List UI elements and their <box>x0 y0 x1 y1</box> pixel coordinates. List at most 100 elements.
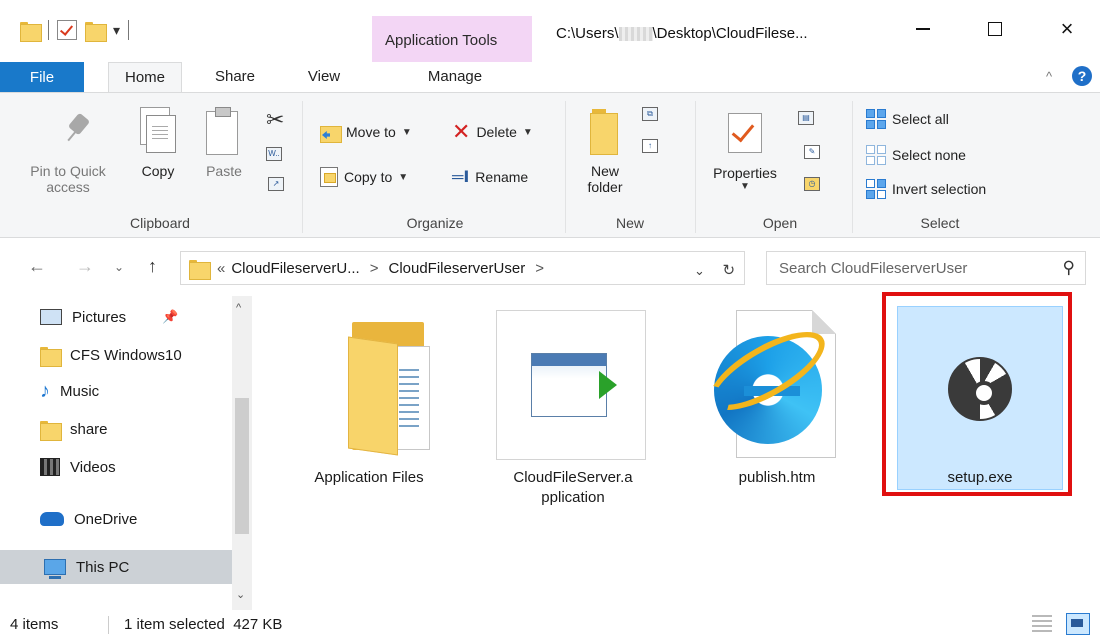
help-icon[interactable]: ? <box>1072 66 1092 86</box>
nav-item-music[interactable]: ♪ Music <box>40 376 99 406</box>
selection-info: 1 item selected 427 KB <box>124 616 283 633</box>
file-name: Application Files <box>314 469 424 486</box>
collapse-ribbon-icon[interactable]: ^ <box>1046 69 1052 84</box>
chevron-down-icon: ▼ <box>398 171 409 183</box>
select-none-label: Select none <box>892 147 966 163</box>
search-box[interactable]: Search CloudFileserverUser ⚲ <box>766 251 1086 285</box>
tab-manage[interactable]: Manage <box>400 62 510 92</box>
back-button[interactable]: ← <box>28 256 46 277</box>
breadcrumb-item[interactable]: CloudFileserverU... <box>231 260 359 277</box>
folder-icon[interactable] <box>20 20 42 42</box>
minimize-button[interactable] <box>900 12 946 46</box>
refresh-icon[interactable]: ↻ <box>723 262 736 279</box>
forward-button[interactable]: → <box>76 256 94 277</box>
select-all-label: Select all <box>892 111 949 127</box>
folder-icon <box>40 419 62 441</box>
folder-icon <box>348 322 434 456</box>
nav-item-cfs-windows10[interactable]: CFS Windows10 <box>40 340 182 370</box>
file-list: Application Files CloudFileServer.a ppli… <box>252 292 1100 610</box>
group-separator <box>565 101 566 233</box>
minimize-icon <box>916 28 930 30</box>
contextual-tab-label: Application Tools <box>385 32 498 49</box>
nav-item-share[interactable]: share <box>40 414 108 444</box>
breadcrumb-overflow[interactable]: « <box>217 260 225 277</box>
details-view-icon[interactable] <box>1032 615 1052 633</box>
application-manifest-icon <box>496 310 646 460</box>
breadcrumb-item-current[interactable]: CloudFileserverUser <box>388 260 525 277</box>
open-icon[interactable]: ▤ <box>798 111 814 125</box>
nav-item-videos[interactable]: Videos <box>40 452 116 482</box>
delete-icon: ✕ <box>452 119 471 144</box>
delete-button[interactable]: ✕ Delete ▼ <box>452 121 533 143</box>
pin-label-line1: Pin to Quick <box>30 163 106 179</box>
copy-path-icon[interactable]: W.. <box>266 147 282 161</box>
group-separator <box>695 101 696 233</box>
tab-file[interactable]: File <box>0 62 84 92</box>
tab-home[interactable]: Home <box>108 62 182 93</box>
customize-qat-dropdown-icon[interactable]: ▾ <box>113 22 120 39</box>
clipboard-group-label: Clipboard <box>130 215 190 231</box>
internet-explorer-icon <box>698 310 840 460</box>
contextual-tab-header: Application Tools <box>372 16 532 62</box>
pin-icon[interactable]: 📌 <box>162 309 178 325</box>
nav-item-pictures[interactable]: Pictures 📌 <box>40 302 178 332</box>
title-bar: ▾ Application Tools C:\Users\ \Desktop\Cl… <box>0 0 1100 62</box>
select-group-label: Select <box>920 215 960 231</box>
folder-icon <box>40 345 62 367</box>
edit-icon[interactable]: ✎ <box>804 145 820 159</box>
nav-item-label: CFS Windows10 <box>70 346 182 364</box>
tab-view[interactable]: View <box>294 62 354 92</box>
title-path-suffix: \Desktop\CloudFilese... <box>652 25 808 42</box>
search-icon[interactable]: ⚲ <box>1063 258 1075 278</box>
select-all-button[interactable]: Select all <box>866 109 949 129</box>
cut-icon[interactable]: ✂ <box>266 107 284 133</box>
breadcrumb-separator-icon[interactable]: > <box>535 260 544 277</box>
recent-locations-dropdown[interactable]: ⌄ <box>114 260 124 274</box>
nav-item-this-pc[interactable]: This PC <box>0 550 232 584</box>
new-folder-icon[interactable] <box>85 20 107 42</box>
paste-button[interactable]: Paste <box>196 163 252 179</box>
pin-to-quick-access-button[interactable]: Pin to Quick access <box>10 163 126 195</box>
address-bar[interactable]: « CloudFileserverU... > CloudFileserverU… <box>180 251 745 285</box>
new-folder-button[interactable]: New folder <box>574 163 636 195</box>
scroll-up-icon[interactable]: ^ <box>236 302 241 314</box>
easy-access-icon[interactable]: ↑ <box>642 139 658 153</box>
rename-icon: ═Ⅰ <box>452 169 470 186</box>
file-item-application-files[interactable]: Application Files <box>284 296 454 496</box>
move-to-button[interactable]: Move to ▼ <box>320 123 412 143</box>
new-item-icon[interactable]: ⧉ <box>642 107 658 121</box>
large-icons-view-icon[interactable] <box>1066 613 1090 635</box>
quick-access-toolbar: ▾ <box>20 20 130 42</box>
properties-button[interactable]: Properties ▼ <box>702 165 788 193</box>
paste-shortcut-icon[interactable]: ↗ <box>268 177 284 191</box>
select-none-button[interactable]: Select none <box>866 145 966 165</box>
nav-item-label: This PC <box>76 558 130 576</box>
close-button[interactable]: × <box>1044 12 1090 46</box>
scroll-thumb[interactable] <box>235 398 249 534</box>
tab-share[interactable]: Share <box>200 62 270 92</box>
onedrive-icon <box>40 512 64 526</box>
nav-item-label: share <box>70 420 108 438</box>
status-separator <box>108 616 109 634</box>
up-button[interactable]: ↑ <box>148 256 157 277</box>
ribbon-home: Pin to Quick access Copy Paste ✂ W.. ↗ C… <box>0 92 1100 238</box>
nav-scrollbar[interactable]: ^ ⌄ <box>232 296 252 610</box>
address-dropdown-icon[interactable]: ⌄ <box>694 263 705 278</box>
rename-button[interactable]: ═Ⅰ Rename <box>452 167 528 187</box>
properties-check-icon[interactable] <box>57 20 77 40</box>
folder-icon <box>189 258 211 280</box>
pin-icon <box>64 115 94 145</box>
scroll-down-icon[interactable]: ⌄ <box>236 588 245 601</box>
file-name-line2: pplication <box>541 488 605 506</box>
move-to-icon <box>320 123 342 143</box>
open-group-label: Open <box>762 215 798 231</box>
history-icon[interactable]: ◷ <box>804 177 820 191</box>
nav-item-onedrive[interactable]: OneDrive <box>40 504 137 534</box>
organize-group-label: Organize <box>406 215 464 231</box>
pictures-icon <box>40 309 62 325</box>
copy-button[interactable]: Copy <box>130 163 186 179</box>
copy-to-button[interactable]: Copy to ▼ <box>320 167 408 187</box>
breadcrumb-separator-icon[interactable]: > <box>370 260 379 277</box>
invert-selection-button[interactable]: Invert selection <box>866 179 986 199</box>
maximize-button[interactable] <box>972 12 1018 46</box>
